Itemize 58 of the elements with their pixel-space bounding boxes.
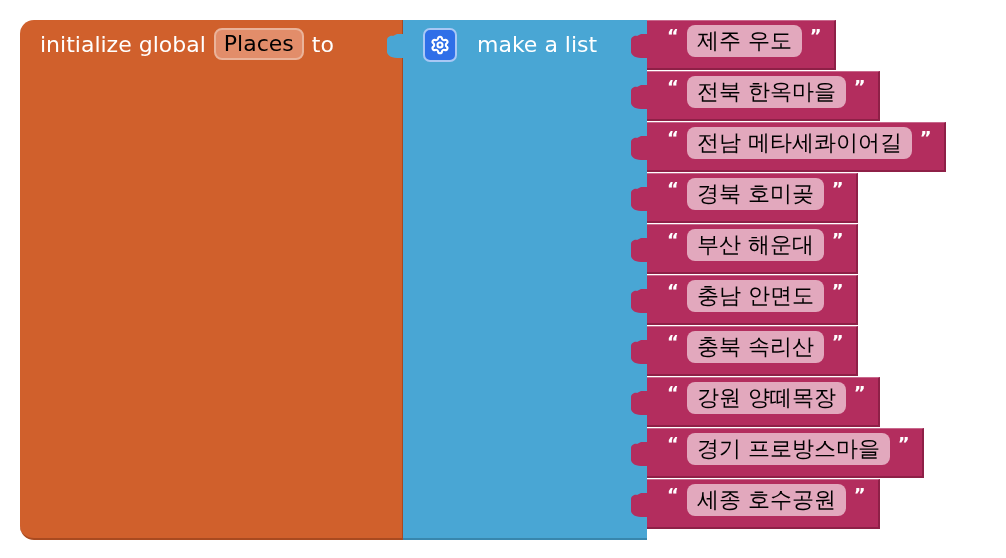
close-quote: ” (853, 484, 866, 506)
text-block[interactable]: “ 강원 양떼목장 ” (647, 377, 880, 427)
close-quote: ” (853, 76, 866, 98)
close-quote: ” (831, 229, 844, 251)
puzzle-tab (631, 391, 648, 415)
text-field[interactable]: 전남 메타세콰이어길 (686, 127, 912, 159)
puzzle-tab (631, 493, 648, 517)
block-label: initialize global (40, 31, 206, 59)
open-quote: “ (667, 178, 679, 200)
text-block[interactable]: “ 충남 안면도 ” (647, 275, 858, 325)
puzzle-tab (631, 238, 648, 262)
text-field[interactable]: 제주 우도 (686, 25, 802, 57)
initialize-global-block[interactable]: initialize global Places to (20, 20, 403, 540)
gear-icon (430, 35, 450, 55)
text-block[interactable]: “ 부산 해운대 ” (647, 224, 858, 274)
block-label: to (311, 31, 334, 59)
mutator-button[interactable] (423, 28, 457, 62)
text-block[interactable]: “ 전남 메타세콰이어길 ” (647, 122, 946, 172)
close-quote: ” (919, 127, 932, 149)
puzzle-tab (631, 34, 648, 58)
text-block[interactable]: “ 경북 호미곶 ” (647, 173, 858, 223)
close-quote: ” (809, 25, 822, 47)
close-quote: ” (853, 382, 866, 404)
open-quote: “ (667, 484, 679, 506)
block-label: make a list (477, 31, 598, 59)
text-field[interactable]: 경기 프로방스마을 (686, 433, 890, 465)
open-quote: “ (667, 331, 679, 353)
variable-name-field[interactable]: Places (213, 28, 304, 60)
text-block[interactable]: “ 전북 한옥마을 ” (647, 71, 880, 121)
close-quote: ” (897, 433, 910, 455)
open-quote: “ (667, 25, 679, 47)
puzzle-tab (631, 136, 648, 160)
puzzle-tab (631, 289, 648, 313)
puzzle-tab (631, 442, 648, 466)
open-quote: “ (667, 280, 679, 302)
text-field[interactable]: 경북 호미곶 (686, 178, 824, 210)
text-field[interactable]: 부산 해운대 (686, 229, 824, 261)
text-field[interactable]: 전북 한옥마을 (686, 76, 846, 108)
open-quote: “ (667, 229, 679, 251)
close-quote: ” (831, 331, 844, 353)
open-quote: “ (667, 382, 679, 404)
open-quote: “ (667, 76, 679, 98)
puzzle-tab (631, 340, 648, 364)
open-quote: “ (667, 127, 679, 149)
text-field[interactable]: 강원 양떼목장 (686, 382, 846, 414)
text-block[interactable]: “ 제주 우도 ” (647, 20, 836, 70)
text-field[interactable]: 충남 안면도 (686, 280, 824, 312)
open-quote: “ (667, 433, 679, 455)
text-block[interactable]: “ 경기 프로방스마을 ” (647, 428, 924, 478)
puzzle-tab (387, 34, 404, 58)
puzzle-tab (631, 85, 648, 109)
puzzle-tab (631, 187, 648, 211)
text-field[interactable]: 충북 속리산 (686, 331, 824, 363)
close-quote: ” (831, 280, 844, 302)
text-field[interactable]: 세종 호수공원 (686, 484, 846, 516)
text-block[interactable]: “ 세종 호수공원 ” (647, 479, 880, 529)
close-quote: ” (831, 178, 844, 200)
text-block[interactable]: “ 충북 속리산 ” (647, 326, 858, 376)
